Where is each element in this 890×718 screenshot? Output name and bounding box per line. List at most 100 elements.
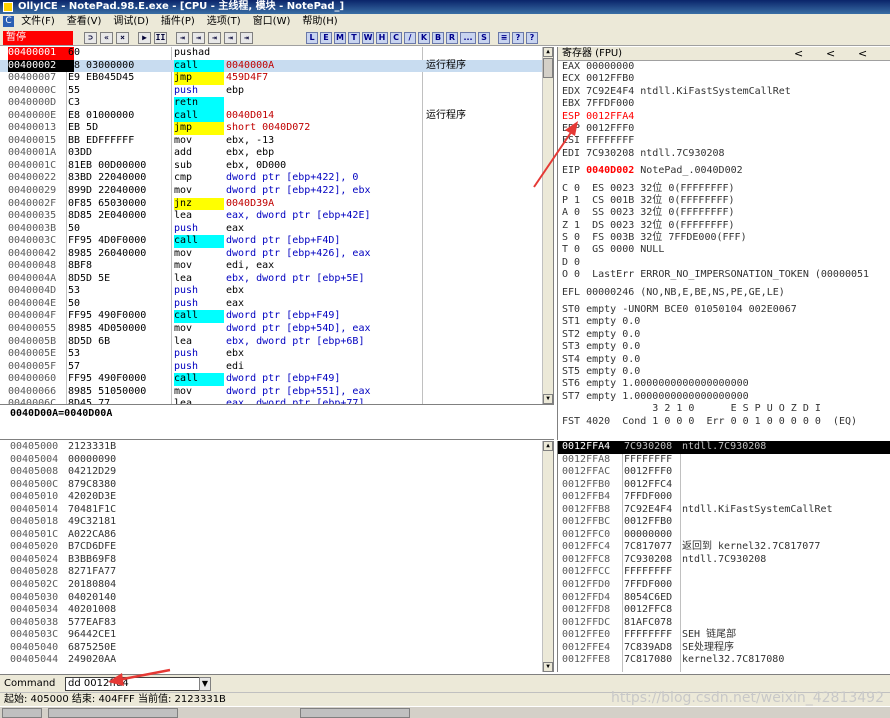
stack-row[interactable]: 0012FFB4 7FFDF000 (558, 491, 890, 504)
register-line[interactable]: ST2 empty 0.0 (558, 329, 890, 341)
menu-item[interactable]: 文件(F) (21, 16, 55, 27)
toolbar-window-button[interactable]: W (362, 32, 374, 44)
dump-row[interactable]: 00405030 04020140 (0, 592, 553, 605)
dump-row[interactable]: 00405028 8271FA77 (0, 566, 553, 579)
dump-scrollbar[interactable]: ▲ ▼ (542, 441, 553, 672)
stack-row[interactable]: 0012FFE0 FFFFFFFF SEH 链尾部 (558, 629, 890, 642)
toolbar-window-button[interactable]: ? (512, 32, 524, 44)
toolbar-button[interactable]: ⇥ (176, 32, 189, 44)
menu-item[interactable]: 插件(P) (161, 16, 195, 27)
register-line[interactable]: EBP 0012FFF0 (558, 123, 890, 135)
command-dropdown-button[interactable]: ▼ (199, 677, 211, 691)
toolbar-window-button[interactable]: / (404, 32, 416, 44)
register-line[interactable]: EAX 00000000 (558, 61, 890, 73)
dump-row[interactable]: 0040502C 20180804 (0, 579, 553, 592)
disassembly-panel[interactable]: 00400001 60 pushad 00400002 E8 03000000 call 0… (0, 47, 554, 404)
dump-row[interactable]: 00405038 577EAF83 (0, 617, 553, 630)
register-line[interactable]: S 0 FS 003B 32位 7FFDE000(FFF) (558, 232, 890, 244)
dump-row[interactable]: 00405010 42020D3E (0, 491, 553, 504)
disasm-row[interactable]: 00400048 8BF8 mov edi, eax (0, 260, 553, 273)
toolbar-button[interactable]: ⇥ (208, 32, 221, 44)
register-line[interactable]: ESI FFFFFFFF (558, 135, 890, 147)
toolbar-button[interactable]: ⇥ (192, 32, 205, 44)
menu-item[interactable]: 帮助(H) (302, 16, 337, 27)
toolbar-window-button[interactable]: L (306, 32, 318, 44)
register-line[interactable]: A 0 SS 0023 32位 0(FFFFFFFF) (558, 207, 890, 219)
start-button[interactable] (2, 708, 42, 718)
stack-row[interactable]: 0012FFC8 7C930208 ntdll.7C930208 (558, 554, 890, 567)
dump-row[interactable]: 0040503C 96442CE1 (0, 629, 553, 642)
disasm-row[interactable]: 0040004E 50 push eax (0, 298, 553, 311)
toolbar-window-button[interactable]: E (320, 32, 332, 44)
stack-row[interactable]: 0012FFB0 0012FFC4 (558, 479, 890, 492)
disasm-row[interactable]: 00400007 E9 EB045D45 jmp 459D4F7 (0, 72, 553, 85)
dump-row[interactable]: 00405024 B3BB69F8 (0, 554, 553, 567)
disasm-row[interactable]: 0040003C FF95 4D0F0000 call dword ptr [ebp+… (0, 235, 553, 248)
register-line[interactable]: ESP 0012FFA4 (558, 111, 890, 123)
dump-row[interactable]: 00405034 40201008 (0, 604, 553, 617)
dump-row[interactable]: 00405020 B7CD6DFE (0, 541, 553, 554)
dump-row[interactable]: 00405000 2123331B (0, 441, 553, 454)
disasm-row[interactable]: 00400015 BB EDFFFFFF mov ebx, -13 (0, 135, 553, 148)
toolbar-window-button[interactable]: S (478, 32, 490, 44)
stack-row[interactable]: 0012FFC0 00000000 (558, 529, 890, 542)
nav-left-button[interactable]: < (858, 47, 867, 61)
stack-row[interactable]: 0012FFD0 7FFDF000 (558, 579, 890, 592)
register-line[interactable]: P 1 CS 001B 32位 0(FFFFFFFF) (558, 195, 890, 207)
dump-row[interactable]: 00405008 04212D29 (0, 466, 553, 479)
register-line[interactable]: T 0 GS 0000 NULL (558, 244, 890, 256)
stack-row[interactable]: 0012FFE4 7C839AD8 SE处理程序 (558, 642, 890, 655)
toolbar-button[interactable]: ▶ (138, 32, 151, 44)
stack-row[interactable]: 0012FFD4 8054C6ED (558, 592, 890, 605)
register-line[interactable]: D 0 (558, 257, 890, 269)
disasm-row[interactable]: 0040005F 57 push edi (0, 361, 553, 374)
stack-row[interactable]: 0012FFBC 0012FFB0 (558, 516, 890, 529)
stack-row[interactable]: 0012FFDC 81AFC078 (558, 617, 890, 630)
dump-row[interactable]: 00405014 70481F1C (0, 504, 553, 517)
register-line[interactable]: EDX 7C92E4F4 ntdll.KiFastSystemCallRet (558, 86, 890, 98)
disasm-row[interactable]: 00400022 83BD 22040000 cmp dword ptr [ebp+4… (0, 172, 553, 185)
register-line[interactable]: O 0 LastErr ERROR_NO_IMPERSONATION_TOKEN… (558, 269, 890, 281)
memory-dump-panel[interactable]: 00405000 2123331B 00405004 00000090 00405008… (0, 441, 554, 672)
toolbar-window-button[interactable]: M (334, 32, 346, 44)
stack-row[interactable]: 0012FFA8 FFFFFFFF (558, 454, 890, 467)
register-line[interactable]: ECX 0012FFB0 (558, 73, 890, 85)
dump-row[interactable]: 00405040 6875250E (0, 642, 553, 655)
disasm-row[interactable]: 0040005E 53 push ebx (0, 348, 553, 361)
toolbar-button[interactable]: ⇥ (240, 32, 253, 44)
command-input[interactable]: dd 0012ffa4 (65, 677, 200, 691)
toolbar-button[interactable]: ⇥ (224, 32, 237, 44)
register-line[interactable]: ST3 empty 0.0 (558, 341, 890, 353)
disasm-row[interactable]: 0040004D 53 push ebx (0, 285, 553, 298)
toolbar-button[interactable]: II (154, 32, 167, 44)
taskbar-item[interactable] (48, 708, 178, 718)
register-line[interactable]: FST 4020 Cond 1 0 0 0 Err 0 0 1 0 0 0 0 … (558, 416, 890, 428)
stack-row[interactable]: 0012FFD8 0012FFC8 (558, 604, 890, 617)
scroll-down-arrow[interactable]: ▼ (543, 394, 553, 404)
disasm-row[interactable]: 0040005B 8D5D 6B lea ebx, dword ptr [ebp+6B… (0, 336, 553, 349)
disasm-row[interactable]: 00400035 8D85 2E040000 lea eax, dword ptr [… (0, 210, 553, 223)
register-line[interactable]: C 0 ES 0023 32位 0(FFFFFFFF) (558, 183, 890, 195)
stack-row[interactable]: 0012FFC4 7C817077 返回到 kernel32.7C817077 (558, 541, 890, 554)
disasm-row[interactable]: 0040004A 8D5D 5E lea ebx, dword ptr [ebp+5E… (0, 273, 553, 286)
menu-item[interactable]: 选项(T) (207, 16, 241, 27)
toolbar-window-button[interactable]: B (432, 32, 444, 44)
register-line[interactable]: ST0 empty -UNORM BCE0 01050104 002E0067 (558, 304, 890, 316)
disasm-row[interactable]: 0040003B 50 push eax (0, 223, 553, 236)
toolbar-window-button[interactable]: ? (526, 32, 538, 44)
menu-item[interactable]: 窗口(W) (253, 16, 291, 27)
register-line[interactable]: ST6 empty 1.0000000000000000000 (558, 378, 890, 390)
disasm-row[interactable]: 00400001 60 pushad (0, 47, 553, 60)
disasm-row[interactable]: 0040000C 55 push ebp (0, 85, 553, 98)
scroll-up-arrow[interactable]: ▲ (543, 441, 553, 451)
toolbar-button[interactable]: × (116, 32, 129, 44)
disasm-row[interactable]: 00400066 8985 51050000 mov dword ptr [ebp+5… (0, 386, 553, 399)
toolbar-window-button[interactable]: K (418, 32, 430, 44)
menu-item[interactable]: 调试(D) (113, 16, 149, 27)
dump-row[interactable]: 00405004 00000090 (0, 454, 553, 467)
disasm-row[interactable]: 0040002F 0F85 65030000 jnz 0040D39A (0, 197, 553, 211)
toolbar-window-button[interactable]: ... (460, 32, 476, 44)
register-line[interactable]: ST4 empty 0.0 (558, 354, 890, 366)
disasm-row[interactable]: 00400055 8985 4D050000 mov dword ptr [ebp+5… (0, 323, 553, 336)
register-line[interactable]: ST1 empty 0.0 (558, 316, 890, 328)
